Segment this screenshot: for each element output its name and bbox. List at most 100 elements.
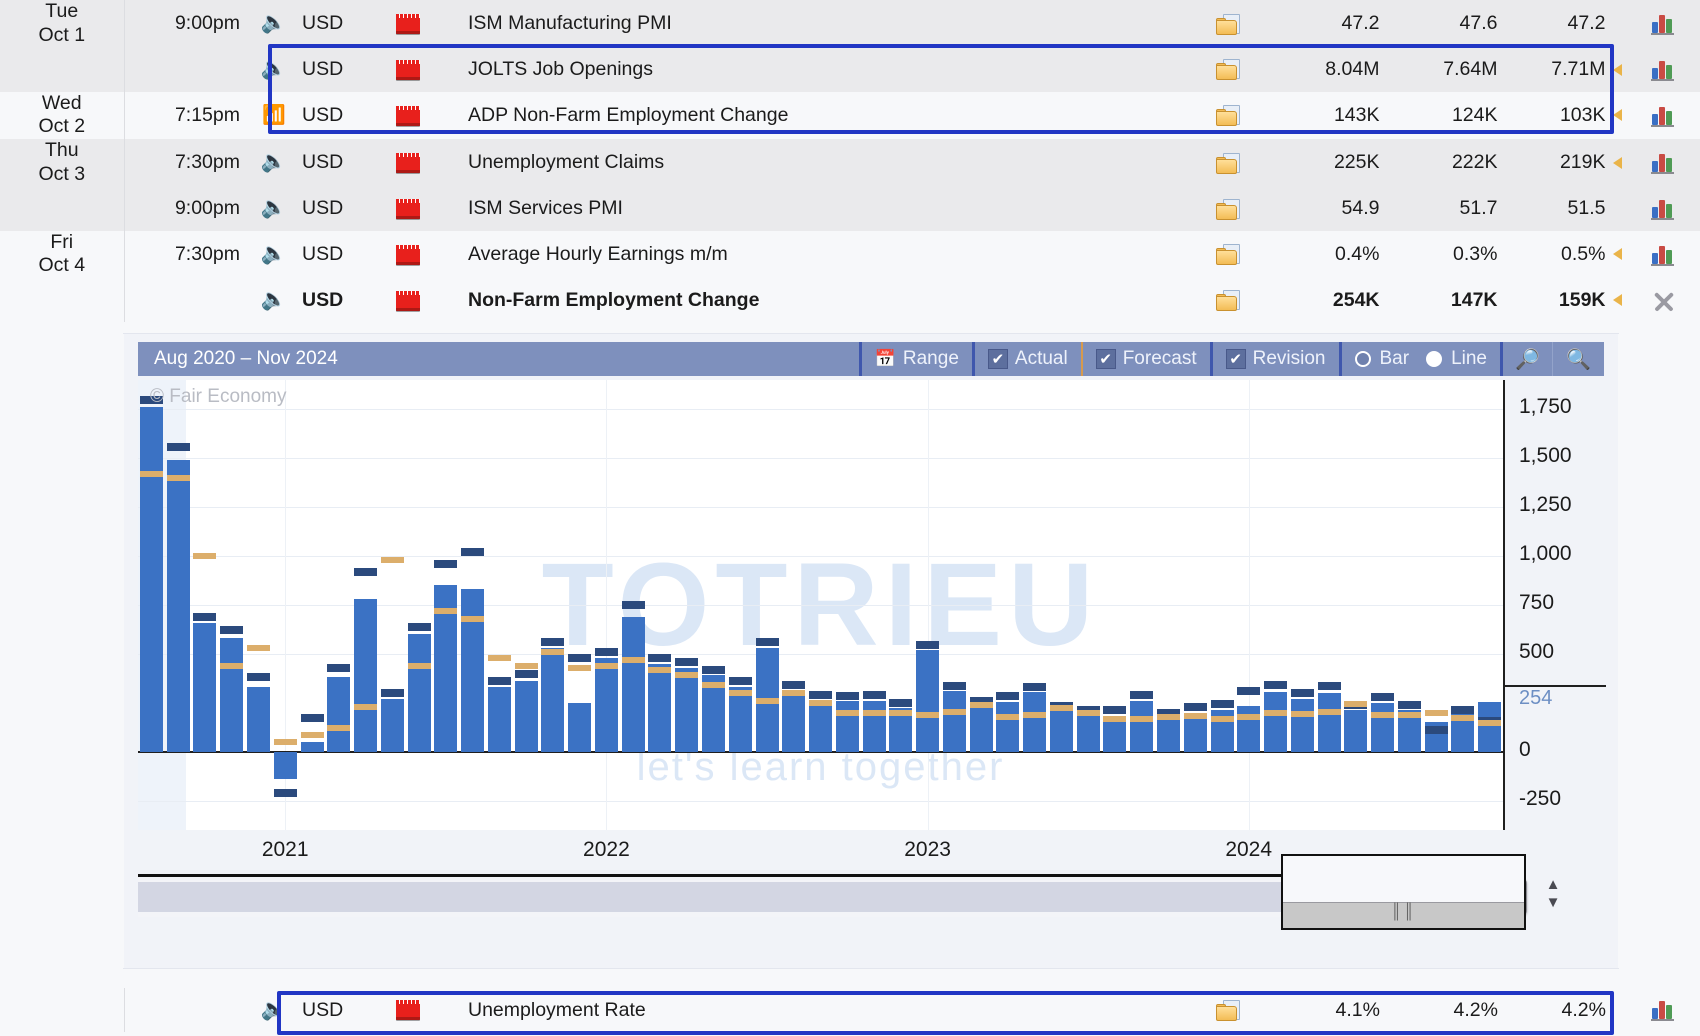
row-date: Wed Oct 2 xyxy=(0,91,125,140)
table-row[interactable]: Thu Oct 3 7:30pm 🔈 USD Unemployment Claims 225… xyxy=(0,139,1700,187)
bar-forecast xyxy=(327,725,351,732)
impact-flag-icon xyxy=(396,105,420,126)
row-graph[interactable] xyxy=(1628,187,1700,231)
spinner-up-icon[interactable]: ▲ xyxy=(1546,877,1561,892)
row-detail[interactable] xyxy=(1184,988,1274,1032)
bar-forecast xyxy=(568,664,592,671)
row-event-title[interactable]: Unemployment Claims xyxy=(452,139,1184,187)
bar-forecast xyxy=(835,709,859,716)
bar-chart-icon[interactable] xyxy=(1650,244,1677,266)
detail-folder-icon[interactable] xyxy=(1215,198,1242,220)
range-overlay-panel[interactable]: ║║ xyxy=(1281,854,1526,930)
detail-folder-icon[interactable] xyxy=(1215,152,1242,174)
table-row[interactable]: 🔈 USD Non-Farm Employment Change 254K 147K 15… xyxy=(0,278,1700,323)
detail-folder-icon[interactable] xyxy=(1215,105,1242,127)
detail-folder-icon[interactable] xyxy=(1215,59,1242,81)
row-event-title[interactable]: Unemployment Rate xyxy=(452,988,1184,1032)
bar-forecast xyxy=(916,711,940,718)
row-graph[interactable] xyxy=(1628,231,1700,279)
row-alert[interactable]: 🔈 xyxy=(252,139,296,187)
bar-chart-icon[interactable] xyxy=(1650,13,1677,36)
bar-forecast xyxy=(434,607,458,614)
row-detail[interactable] xyxy=(1184,231,1274,279)
row-graph[interactable] xyxy=(1628,92,1700,140)
row-detail[interactable] xyxy=(1184,139,1274,187)
detail-folder-icon[interactable] xyxy=(1215,13,1242,35)
chart-plot-area[interactable]: TOTRIEU let's learn together © Fair Econ… xyxy=(138,380,1503,830)
forecast-toggle[interactable]: ✔ Forecast xyxy=(1080,342,1210,376)
spinner-down-icon[interactable]: ▼ xyxy=(1546,895,1561,910)
revision-arrow-icon xyxy=(1612,294,1622,307)
row-alert[interactable]: 📶 xyxy=(252,92,296,140)
row-event-title[interactable]: ISM Manufacturing PMI xyxy=(452,0,1184,48)
actual-toggle[interactable]: ✔ Actual xyxy=(971,342,1081,376)
row-graph[interactable] xyxy=(1628,278,1700,322)
bar-revision xyxy=(487,677,511,686)
row-event-title[interactable]: ADP Non-Farm Employment Change xyxy=(452,92,1184,140)
table-row[interactable]: Wed Oct 2 7:15pm 📶 USD ADP Non-Farm Employmen… xyxy=(0,91,1700,140)
revision-toggle[interactable]: ✔ Revision xyxy=(1209,342,1339,376)
table-row[interactable]: Fri Oct 4 7:30pm 🔈 USD Average Hourly Earning… xyxy=(0,230,1700,279)
revision-arrow-icon xyxy=(1612,248,1622,261)
speaker-icon[interactable]: 🔈 xyxy=(261,58,287,79)
resize-grip-icon[interactable]: ║║ xyxy=(1283,902,1524,928)
bar-actual xyxy=(862,700,886,752)
speaker-icon[interactable]: 🔈 xyxy=(261,999,287,1020)
revision-arrow-icon xyxy=(1612,156,1622,169)
row-forecast: 222K xyxy=(1451,151,1498,174)
speaker-icon[interactable]: 🔈 xyxy=(261,197,287,218)
detail-folder-icon[interactable] xyxy=(1215,244,1242,266)
bar-chart-icon[interactable] xyxy=(1650,59,1677,81)
row-event-title[interactable]: ISM Services PMI xyxy=(452,187,1184,231)
row-forecast: 4.2% xyxy=(1453,998,1498,1021)
bar-revision xyxy=(728,677,752,686)
row-detail[interactable] xyxy=(1184,92,1274,140)
wifi-icon[interactable]: 📶 xyxy=(262,106,286,125)
table-row[interactable]: 9:00pm 🔈 USD ISM Services PMI 54.9 51.7 51.5 xyxy=(0,186,1700,231)
speaker-icon[interactable]: 🔈 xyxy=(261,243,287,264)
speaker-icon[interactable]: 🔈 xyxy=(261,151,287,172)
detail-folder-icon[interactable] xyxy=(1216,999,1242,1021)
speaker-icon[interactable]: 🔈 xyxy=(261,12,287,33)
bar-actual xyxy=(621,616,645,752)
zoom-out-button[interactable]: 🔍 xyxy=(1552,342,1604,376)
row-alert[interactable]: 🔈 xyxy=(252,231,296,279)
bar-chart-icon[interactable] xyxy=(1650,105,1677,127)
value-spinner[interactable]: ▲ ▼ xyxy=(1536,874,1570,912)
row-event-title[interactable]: Non-Farm Employment Change xyxy=(452,278,1184,322)
bar-forecast xyxy=(193,553,217,560)
row-alert[interactable]: 🔈 xyxy=(252,278,296,322)
row-detail[interactable] xyxy=(1184,0,1274,48)
range-button[interactable]: 📅 Range xyxy=(858,342,972,376)
bar-chart-icon[interactable] xyxy=(1650,198,1677,221)
bar-chart-icon[interactable] xyxy=(1651,999,1677,1022)
row-detail[interactable] xyxy=(1184,278,1274,322)
row-detail[interactable] xyxy=(1184,48,1274,92)
bar-forecast xyxy=(755,697,779,704)
row-alert[interactable]: 🔈 xyxy=(252,988,296,1032)
row-graph[interactable] xyxy=(1628,0,1700,48)
detail-folder-icon[interactable] xyxy=(1215,290,1242,312)
zoom-in-button[interactable]: 🔎 xyxy=(1500,342,1552,376)
table-row[interactable]: 🔈 USD Unemployment Rate 4.1% 4.2% 4.2% xyxy=(0,988,1700,1032)
speaker-icon[interactable]: 🔈 xyxy=(261,289,287,310)
range-scrollbar-fill[interactable] xyxy=(138,882,1295,912)
bar-chart-icon[interactable] xyxy=(1650,152,1677,175)
radio-bar-icon[interactable] xyxy=(1354,351,1371,367)
row-alert[interactable]: 🔈 xyxy=(252,187,296,231)
table-row[interactable]: Tue Oct 1 9:00pm 🔈 USD ISM Manufacturing PMI 4… xyxy=(0,0,1700,48)
row-graph[interactable] xyxy=(1628,139,1700,187)
row-alert[interactable]: 🔈 xyxy=(252,48,296,92)
row-alert[interactable]: 🔈 xyxy=(252,0,296,48)
bar-forecast xyxy=(1103,715,1127,722)
chart-type-group[interactable]: Bar Line xyxy=(1338,342,1501,376)
row-event-title[interactable]: Average Hourly Earnings m/m xyxy=(452,231,1184,279)
row-actual: 254K xyxy=(1332,288,1380,311)
row-graph[interactable] xyxy=(1628,48,1700,92)
row-graph[interactable] xyxy=(1628,988,1700,1032)
radio-line-icon[interactable] xyxy=(1426,351,1443,367)
row-event-title[interactable]: JOLTS Job Openings xyxy=(452,48,1184,92)
close-icon[interactable] xyxy=(1652,290,1676,312)
table-row[interactable]: 🔈 USD JOLTS Job Openings 8.04M 7.64M 7.71M xyxy=(0,47,1700,92)
row-detail[interactable] xyxy=(1184,187,1274,231)
